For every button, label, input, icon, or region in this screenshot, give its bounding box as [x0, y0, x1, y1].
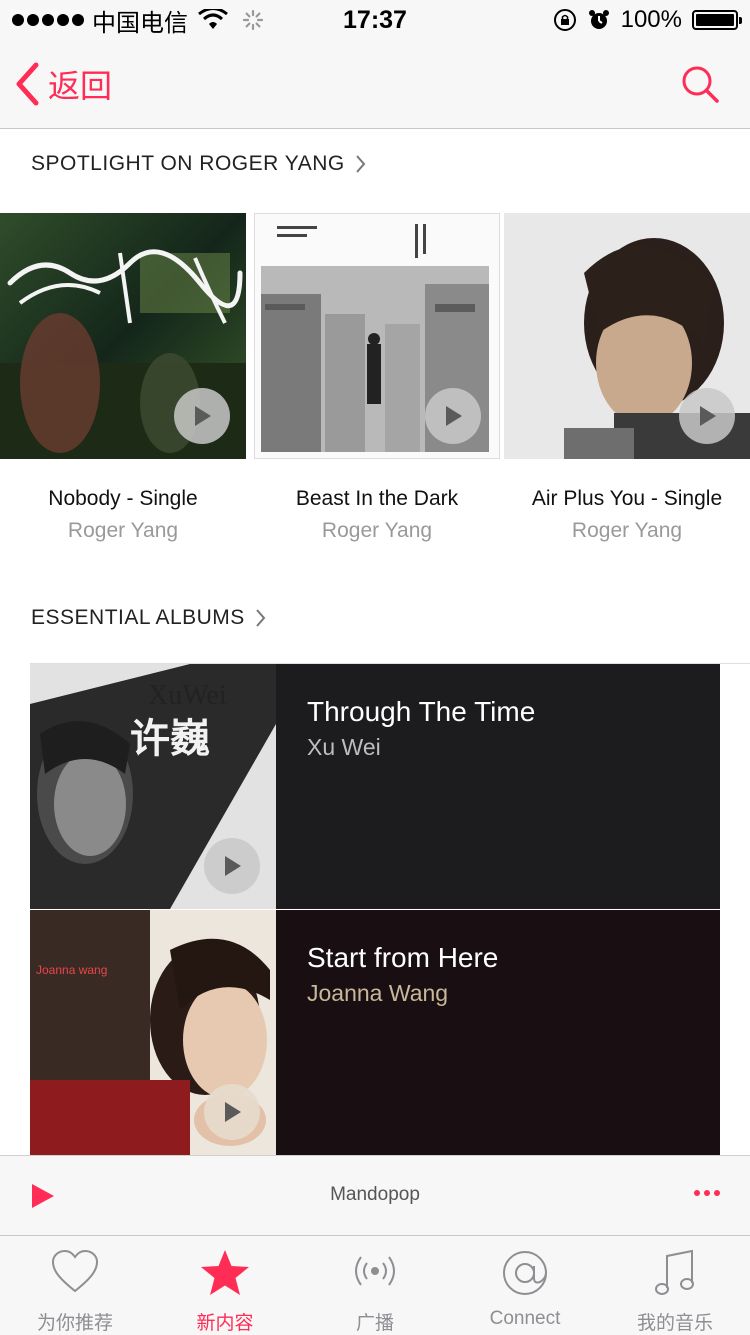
album-cover-start-from-here[interactable]: Joanna wang	[30, 910, 276, 1155]
album-cover-nobody[interactable]	[0, 213, 246, 459]
tab-label: 我的音乐	[636, 1313, 713, 1334]
back-button[interactable]: 返回	[14, 60, 112, 108]
status-right: 100%	[553, 6, 742, 34]
spotlight-card-nobody[interactable]: Nobody - Single Roger Yang	[0, 213, 246, 543]
tab-label: 为你推荐	[36, 1313, 113, 1334]
play-icon	[446, 406, 462, 426]
navigation-bar: 返回	[0, 40, 750, 129]
tab-bar: 为你推荐 新内容 广播 Connect 我的音乐	[0, 1235, 750, 1335]
back-label: 返回	[48, 68, 113, 104]
music-note-icon	[655, 1249, 694, 1295]
essential-title-label: ESSENTIAL ALBUMS	[31, 606, 245, 629]
album-title[interactable]: Beast In the Dark	[254, 487, 500, 511]
alarm-icon	[588, 10, 609, 29]
album-cover-through-the-time[interactable]: XuWei 许巍	[30, 664, 276, 909]
chevron-right-icon	[355, 155, 366, 173]
album-cover-airplus[interactable]	[504, 213, 750, 459]
play-icon	[195, 406, 211, 426]
play-icon	[225, 856, 241, 876]
album-title[interactable]: Air Plus You - Single	[504, 487, 750, 511]
battery-percent: 100%	[620, 6, 682, 33]
essential-section-title[interactable]: ESSENTIAL ALBUMS	[31, 606, 266, 630]
album-title[interactable]: Start from Here	[307, 942, 498, 974]
cover-text-joanna: Joanna wang	[36, 963, 107, 977]
play-icon	[225, 1102, 241, 1122]
album-title[interactable]: Through The Time	[307, 696, 535, 728]
play-button[interactable]	[204, 1084, 260, 1140]
play-button[interactable]	[174, 388, 230, 444]
album-info-panel[interactable]: Through The Time Xu Wei	[276, 664, 720, 909]
album-title[interactable]: Nobody - Single	[0, 487, 246, 511]
tab-label: 广播	[355, 1313, 394, 1334]
chevron-left-icon	[16, 62, 39, 106]
essential-album-row[interactable]: Joanna wang Start from Here Joanna Wang	[30, 910, 750, 1155]
spotlight-title-label: SPOTLIGHT ON ROGER YANG	[31, 152, 345, 175]
tab-new[interactable]: 新内容	[150, 1236, 300, 1335]
tab-label: 新内容	[196, 1313, 254, 1334]
rotation-lock-icon	[553, 9, 576, 31]
star-icon	[201, 1250, 249, 1295]
play-button[interactable]	[204, 838, 260, 894]
play-button[interactable]	[679, 388, 735, 444]
at-icon	[503, 1251, 547, 1295]
spotlight-section-title[interactable]: SPOTLIGHT ON ROGER YANG	[31, 152, 366, 176]
spotlight-card-beast[interactable]: Beast In the Dark Roger Yang	[254, 213, 500, 543]
album-artist[interactable]: Roger Yang	[504, 519, 750, 543]
battery-icon	[692, 10, 742, 30]
tab-connect[interactable]: Connect	[450, 1236, 600, 1335]
play-button[interactable]	[425, 388, 481, 444]
status-bar: 中国电信 17:37 100%	[0, 0, 750, 40]
album-info-panel[interactable]: Start from Here Joanna Wang	[276, 910, 720, 1155]
tab-for-you[interactable]: 为你推荐	[0, 1236, 150, 1335]
mini-player[interactable]: Mandopop	[0, 1155, 750, 1236]
heart-icon	[51, 1249, 99, 1293]
radio-icon	[355, 1256, 395, 1286]
tab-my-music[interactable]: 我的音乐	[600, 1236, 750, 1335]
album-artist[interactable]: Roger Yang	[254, 519, 500, 543]
chevron-right-icon	[256, 609, 266, 627]
essential-album-row[interactable]: XuWei 许巍 Through The Time Xu Wei	[30, 664, 750, 909]
album-cover-beast[interactable]	[254, 213, 500, 459]
cover-text-xuwei: XuWei	[148, 680, 227, 711]
now-playing-title[interactable]: Mandopop	[0, 1184, 750, 1206]
tab-radio[interactable]: 广播	[300, 1236, 450, 1335]
more-options-icon[interactable]	[694, 1190, 720, 1196]
search-icon[interactable]	[680, 64, 720, 104]
tab-label: Connect	[489, 1308, 561, 1329]
album-artist[interactable]: Joanna Wang	[307, 980, 448, 1007]
play-icon	[700, 406, 716, 426]
spotlight-card-airplus[interactable]: Air Plus You - Single Roger Yang	[504, 213, 750, 543]
album-artist[interactable]: Xu Wei	[307, 734, 381, 761]
cover-text-chinese-name: 许巍	[130, 716, 210, 762]
album-artist[interactable]: Roger Yang	[0, 519, 246, 543]
